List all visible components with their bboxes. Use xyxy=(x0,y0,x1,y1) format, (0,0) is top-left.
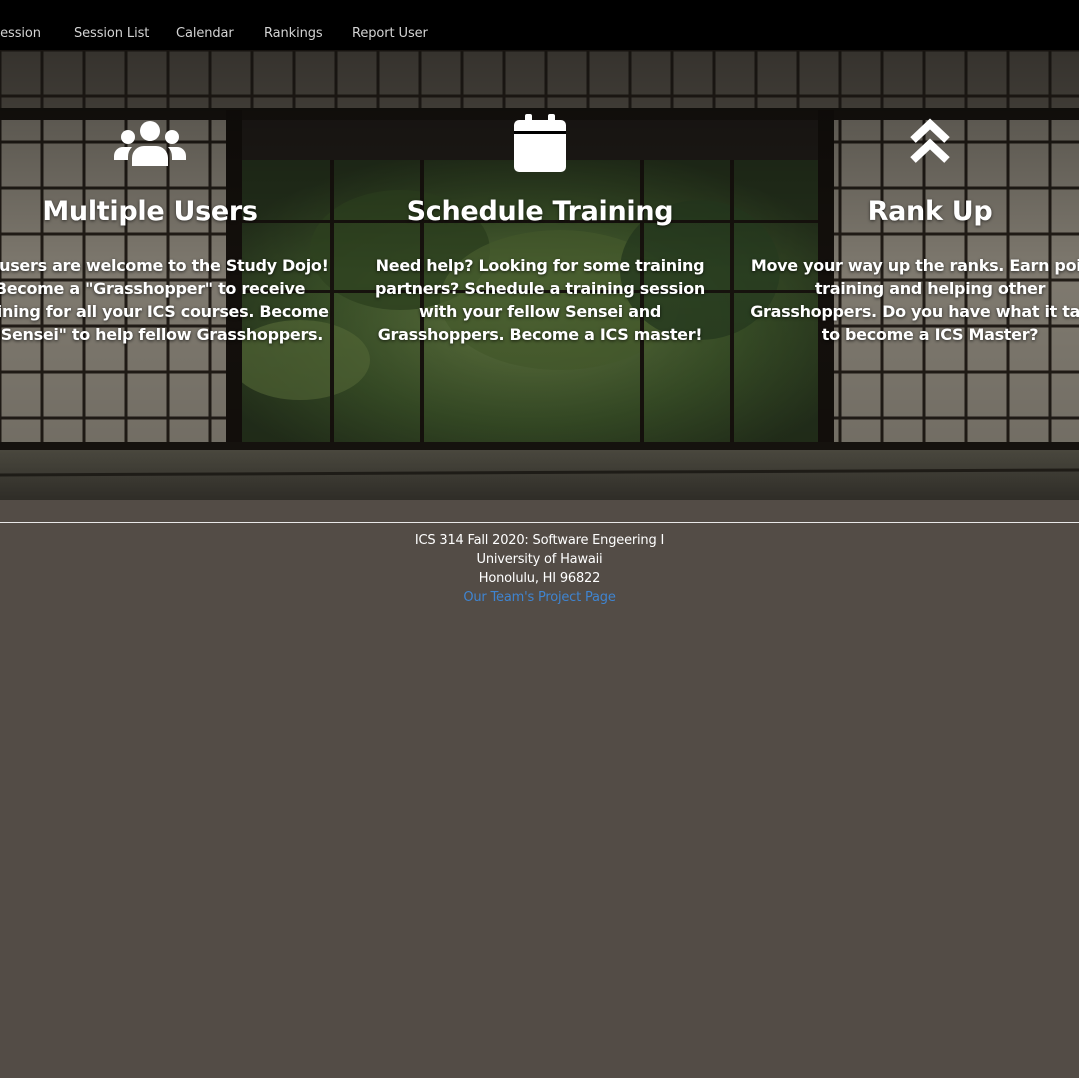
calendar-icon xyxy=(340,112,740,172)
nav-item-report-user[interactable]: Report User xyxy=(352,26,428,41)
project-page-link[interactable]: Our Team's Project Page xyxy=(0,588,1079,607)
feature-description: All users are welcome to the Study Dojo!… xyxy=(0,256,329,344)
nav-item-rankings[interactable]: Rankings xyxy=(264,26,323,41)
users-icon xyxy=(0,112,350,172)
chevron-double-up-icon xyxy=(730,112,1079,172)
nav-item-session-list[interactable]: Session List xyxy=(74,26,149,41)
footer-address-line: Honolulu, HI 96822 xyxy=(478,571,601,586)
footer-university-line: University of Hawaii xyxy=(476,552,603,567)
hero-section: Multiple Users All users are welcome to … xyxy=(0,50,1079,500)
feature-description: Need help? Looking for some training par… xyxy=(375,256,705,344)
feature-title: Multiple Users xyxy=(42,196,258,227)
nav-item-session[interactable]: Session xyxy=(0,26,41,41)
footer: ICS 314 Fall 2020: Software Engeering I … xyxy=(0,531,1079,607)
footer-course-line: ICS 314 Fall 2020: Software Engeering I xyxy=(414,533,665,548)
feature-title: Schedule Training xyxy=(406,196,674,227)
feature-description: Move your way up the ranks. Earn points … xyxy=(750,256,1079,344)
nav-item-calendar[interactable]: Calendar xyxy=(176,26,234,41)
navbar: Session Session List Calendar Rankings R… xyxy=(0,0,1079,50)
footer-divider xyxy=(0,522,1079,523)
feature-title: Rank Up xyxy=(867,196,993,227)
